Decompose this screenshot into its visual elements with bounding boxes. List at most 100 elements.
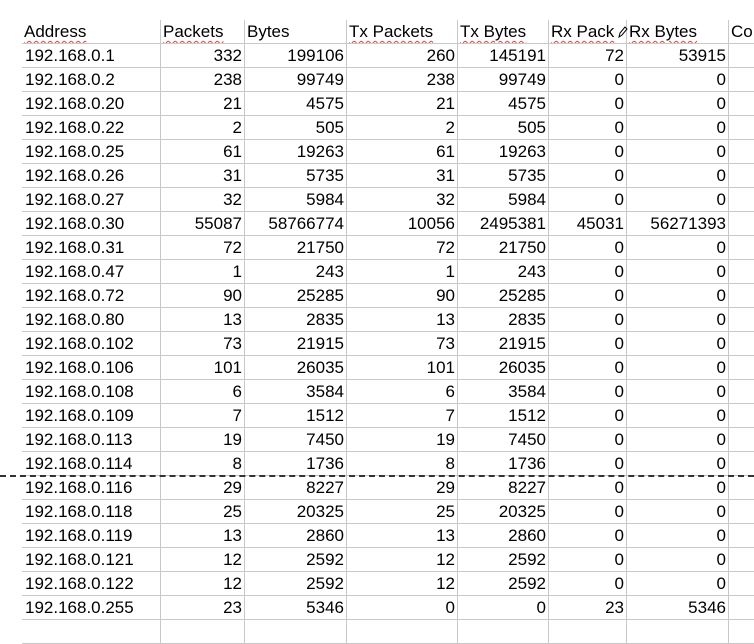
cell-co[interactable] <box>729 260 754 284</box>
cell-packets[interactable]: 32 <box>161 188 245 212</box>
cell-co[interactable] <box>729 164 754 188</box>
cell-bytes[interactable]: 4575 <box>245 92 347 116</box>
cell-tx-bytes[interactable]: 243 <box>458 260 549 284</box>
header-cell-address[interactable]: Address <box>22 20 161 44</box>
cell-packets[interactable]: 8 <box>161 452 245 476</box>
cell-co[interactable] <box>729 116 754 140</box>
cell-tx-bytes[interactable]: 19263 <box>458 140 549 164</box>
cell-rx-packets[interactable]: 0 <box>549 524 627 548</box>
cell-tx-packets[interactable] <box>347 620 458 644</box>
cell-packets[interactable]: 12 <box>161 572 245 596</box>
cell-packets[interactable]: 1 <box>161 260 245 284</box>
cell-rx-bytes[interactable]: 0 <box>627 284 729 308</box>
cell-bytes[interactable]: 21750 <box>245 236 347 260</box>
cell-co[interactable] <box>729 44 754 68</box>
cell-packets[interactable]: 19 <box>161 428 245 452</box>
cell-rx-bytes[interactable]: 0 <box>627 116 729 140</box>
cell-bytes[interactable]: 1512 <box>245 404 347 428</box>
cell-tx-bytes[interactable]: 145191 <box>458 44 549 68</box>
cell-rx-bytes[interactable] <box>627 620 729 644</box>
cell-tx-bytes[interactable]: 1736 <box>458 452 549 476</box>
cell-tx-packets[interactable]: 260 <box>347 44 458 68</box>
cell-rx-packets[interactable]: 0 <box>549 140 627 164</box>
cell-rx-bytes[interactable]: 0 <box>627 380 729 404</box>
cell-rx-bytes[interactable]: 0 <box>627 548 729 572</box>
cell-packets[interactable] <box>161 620 245 644</box>
cell-address[interactable]: 192.168.0.22 <box>22 116 161 140</box>
cell-rx-bytes[interactable]: 0 <box>627 524 729 548</box>
cell-tx-packets[interactable]: 0 <box>347 596 458 620</box>
cell-packets[interactable]: 31 <box>161 164 245 188</box>
cell-tx-bytes[interactable]: 26035 <box>458 356 549 380</box>
cell-bytes[interactable]: 5984 <box>245 188 347 212</box>
cell-packets[interactable]: 12 <box>161 548 245 572</box>
cell-tx-bytes[interactable]: 0 <box>458 596 549 620</box>
cell-packets[interactable]: 7 <box>161 404 245 428</box>
cell-rx-packets[interactable]: 23 <box>549 596 627 620</box>
cell-tx-bytes[interactable]: 5984 <box>458 188 549 212</box>
cell-tx-bytes[interactable] <box>458 620 549 644</box>
cell-tx-packets[interactable]: 101 <box>347 356 458 380</box>
header-cell-rx-packets[interactable]: Rx Pack <box>549 20 627 44</box>
cell-tx-bytes[interactable]: 20325 <box>458 500 549 524</box>
cell-bytes[interactable]: 243 <box>245 260 347 284</box>
cell-rx-packets[interactable]: 0 <box>549 332 627 356</box>
cell-bytes[interactable]: 25285 <box>245 284 347 308</box>
cell-rx-bytes[interactable]: 0 <box>627 428 729 452</box>
cell-co[interactable] <box>729 404 754 428</box>
cell-tx-packets[interactable]: 90 <box>347 284 458 308</box>
cell-tx-packets[interactable]: 1 <box>347 260 458 284</box>
cell-bytes[interactable]: 8227 <box>245 476 347 500</box>
cell-bytes[interactable]: 2592 <box>245 548 347 572</box>
cell-co[interactable] <box>729 380 754 404</box>
cell-tx-packets[interactable]: 6 <box>347 380 458 404</box>
cell-packets[interactable]: 332 <box>161 44 245 68</box>
cell-co[interactable] <box>729 140 754 164</box>
cell-address[interactable]: 192.168.0.116 <box>22 476 161 500</box>
cell-rx-packets[interactable]: 0 <box>549 380 627 404</box>
cell-tx-bytes[interactable]: 21750 <box>458 236 549 260</box>
cell-packets[interactable]: 101 <box>161 356 245 380</box>
cell-rx-bytes[interactable]: 0 <box>627 260 729 284</box>
cell-packets[interactable]: 2 <box>161 116 245 140</box>
cell-address[interactable]: 192.168.0.25 <box>22 140 161 164</box>
cell-co[interactable] <box>729 308 754 332</box>
cell-rx-packets[interactable]: 0 <box>549 548 627 572</box>
cell-tx-bytes[interactable]: 21915 <box>458 332 549 356</box>
cell-packets[interactable]: 13 <box>161 308 245 332</box>
cell-bytes[interactable]: 199106 <box>245 44 347 68</box>
cell-address[interactable]: 192.168.0.114 <box>22 452 161 476</box>
cell-packets[interactable]: 6 <box>161 380 245 404</box>
cell-address[interactable]: 192.168.0.72 <box>22 284 161 308</box>
cell-rx-bytes[interactable]: 0 <box>627 476 729 500</box>
header-cell-packets[interactable]: Packets <box>161 20 245 44</box>
cell-packets[interactable]: 25 <box>161 500 245 524</box>
cell-address[interactable]: 192.168.0.118 <box>22 500 161 524</box>
cell-packets[interactable]: 238 <box>161 68 245 92</box>
cell-tx-bytes[interactable]: 505 <box>458 116 549 140</box>
cell-rx-packets[interactable]: 0 <box>549 236 627 260</box>
cell-co[interactable] <box>729 596 754 620</box>
cell-rx-bytes[interactable]: 0 <box>627 452 729 476</box>
cell-co[interactable] <box>729 356 754 380</box>
cell-rx-bytes[interactable]: 56271393 <box>627 212 729 236</box>
cell-co[interactable] <box>729 500 754 524</box>
cell-tx-bytes[interactable]: 7450 <box>458 428 549 452</box>
cell-rx-packets[interactable]: 0 <box>549 476 627 500</box>
cell-co[interactable] <box>729 284 754 308</box>
cell-rx-packets[interactable]: 0 <box>549 188 627 212</box>
cell-co[interactable] <box>729 68 754 92</box>
cell-tx-bytes[interactable]: 2860 <box>458 524 549 548</box>
cell-address[interactable]: 192.168.0.30 <box>22 212 161 236</box>
header-cell-bytes[interactable]: Bytes <box>245 20 347 44</box>
cell-packets[interactable]: 21 <box>161 92 245 116</box>
cell-bytes[interactable]: 20325 <box>245 500 347 524</box>
cell-rx-bytes[interactable]: 0 <box>627 332 729 356</box>
cell-tx-bytes[interactable]: 3584 <box>458 380 549 404</box>
cell-tx-packets[interactable]: 25 <box>347 500 458 524</box>
cell-rx-bytes[interactable]: 0 <box>627 356 729 380</box>
cell-tx-packets[interactable]: 7 <box>347 404 458 428</box>
cell-bytes[interactable]: 26035 <box>245 356 347 380</box>
cell-rx-packets[interactable] <box>549 620 627 644</box>
cell-address[interactable]: 192.168.0.27 <box>22 188 161 212</box>
